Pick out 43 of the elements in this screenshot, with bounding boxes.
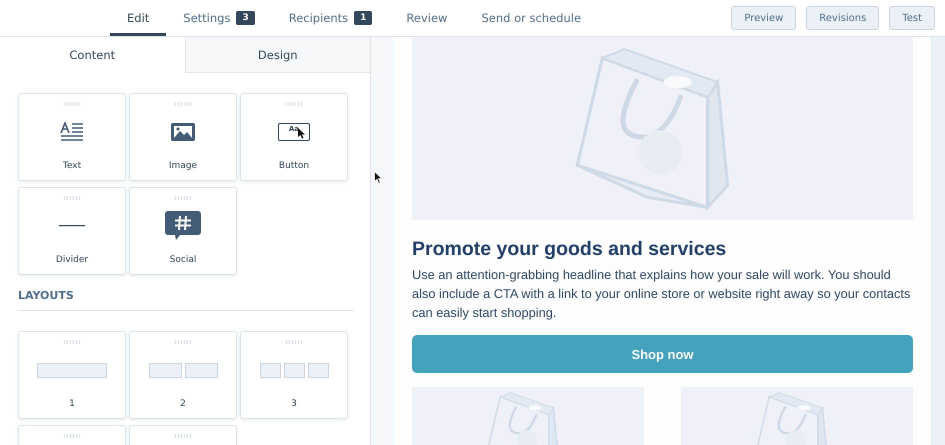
header-button[interactable]: Test [889, 6, 935, 30]
layout-card[interactable]: 1 [18, 331, 126, 419]
email-heading: Promote your goods and services [412, 238, 728, 261]
panel-tab[interactable]: Design [184, 37, 370, 73]
module-label: Divider [56, 255, 88, 265]
grip-icon[interactable] [63, 434, 81, 438]
nav-tab[interactable]: Send or schedule [464, 0, 598, 36]
nav-tab[interactable]: Settings 3 [166, 0, 272, 36]
grip-icon[interactable] [174, 340, 192, 344]
hashtag-icon [165, 211, 201, 241]
module-card[interactable]: Image [129, 93, 237, 181]
nav-tab[interactable]: Recipients 1 [272, 0, 390, 36]
text-icon [60, 122, 84, 142]
module-label: Text [62, 161, 82, 171]
grip-icon[interactable] [63, 340, 81, 344]
grip-icon[interactable] [285, 340, 303, 344]
email-body-text: Use an attention-grabbing headline that explains how your sale will work. You should also include a CTA with a link to your online store or website right away so your contacts can easily start shopping. [412, 266, 912, 322]
nav-tab[interactable]: Review [389, 0, 464, 36]
count-badge: 3 [236, 11, 255, 25]
grip-icon[interactable] [174, 196, 192, 200]
module-card[interactable]: Social [129, 187, 237, 275]
module-label: Image [168, 161, 198, 171]
module-card[interactable]: Divider [18, 187, 126, 275]
module-card[interactable]: Text [18, 93, 126, 181]
layout-card[interactable]: 3 [240, 331, 348, 419]
layout-label: 2 [180, 399, 186, 409]
pointer-icon [374, 171, 383, 184]
layout-label: 3 [291, 399, 297, 409]
module-label: Social [170, 255, 196, 265]
module-label: Button [278, 161, 310, 171]
grip-icon[interactable] [63, 102, 81, 106]
grip-icon[interactable] [285, 102, 303, 106]
header-button[interactable]: Preview [731, 6, 796, 30]
section-heading: LAYOUTS [18, 289, 354, 311]
grip-icon[interactable] [174, 434, 192, 438]
grip-icon[interactable] [63, 196, 81, 200]
count-badge: 1 [354, 11, 372, 25]
image-icon [170, 122, 196, 142]
header-button[interactable]: Revisions [806, 6, 880, 30]
layout-label: 1 [69, 399, 75, 409]
layout-card[interactable]: 2 [129, 331, 237, 419]
divider-icon [59, 225, 85, 227]
grip-icon[interactable] [174, 102, 192, 106]
